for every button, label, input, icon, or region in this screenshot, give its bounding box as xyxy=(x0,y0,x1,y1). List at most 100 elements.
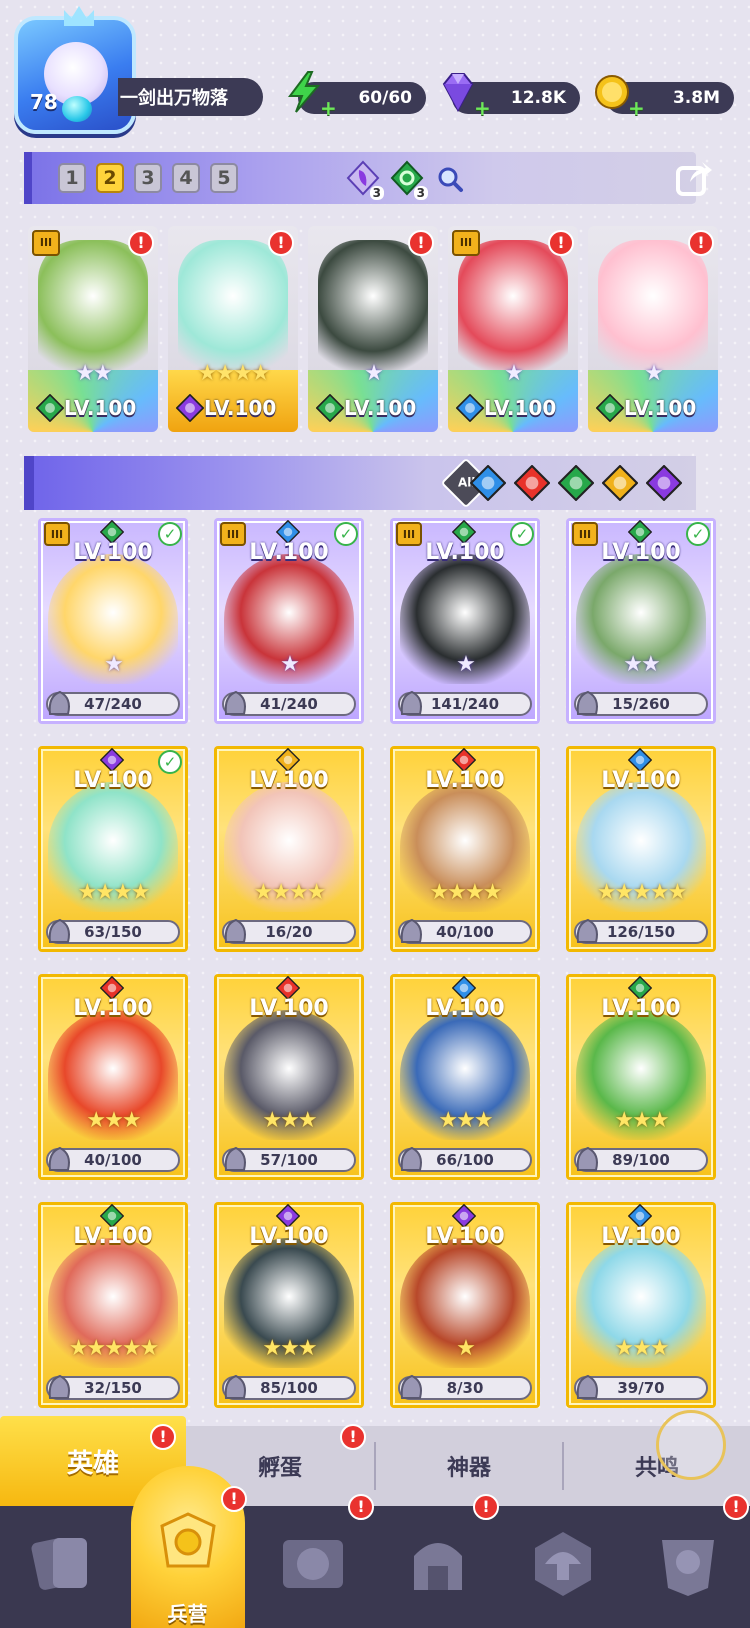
tab-artifacts[interactable]: 神器 xyxy=(376,1426,562,1506)
dark-element-count: 3 xyxy=(346,160,384,200)
hero-shard-progress: 66/100 xyxy=(398,1146,532,1172)
hero-level: LV.100 xyxy=(601,996,681,1021)
nav-guild[interactable]: ! xyxy=(625,1494,750,1628)
guild-alert-badge: ! xyxy=(723,1494,749,1520)
hero-stars: ★★★ xyxy=(614,1336,669,1361)
hero-shard-progress: 39/70 xyxy=(574,1374,708,1400)
water-element-icon xyxy=(469,464,507,502)
hero-level: LV.100 xyxy=(344,396,417,420)
shard-count: 8/30 xyxy=(446,1379,484,1397)
nav-mushroom[interactable] xyxy=(500,1506,625,1628)
floating-sparkle-button[interactable] xyxy=(656,1410,726,1480)
gem-plus-icon[interactable]: + xyxy=(474,96,491,120)
coin-plus-icon[interactable]: + xyxy=(628,96,645,120)
hero-shard-progress: 126/150 xyxy=(574,918,708,944)
hero-stars: ★★★★ xyxy=(429,880,503,905)
hero-stars: ★ xyxy=(456,1336,476,1361)
shard-icon xyxy=(400,918,422,943)
shard-icon xyxy=(224,1374,246,1399)
search-icon[interactable] xyxy=(436,165,464,193)
filter-fire-button[interactable] xyxy=(513,464,551,502)
filter-nature-button[interactable] xyxy=(557,464,595,502)
hero-card[interactable]: LV.100 ★ 47/240 III ✓ xyxy=(38,518,188,724)
gem-icon xyxy=(442,73,474,113)
share-icon[interactable] xyxy=(674,158,714,198)
gem-resource[interactable]: + 12.8K xyxy=(442,73,580,120)
energy-value: 60/60 xyxy=(358,88,412,108)
shard-icon xyxy=(224,918,246,943)
castle-icon xyxy=(414,1543,462,1590)
team-hero-card[interactable]: ★ LV.100! xyxy=(308,226,438,432)
hero-stars: ★★ xyxy=(75,361,112,386)
hero-shard-progress: 41/240 xyxy=(222,690,356,716)
dark-element-icon xyxy=(175,393,205,423)
hero-card[interactable]: LV.100 ★★ 15/260 III ✓ xyxy=(566,518,716,724)
nature-element-icon xyxy=(35,393,65,423)
map-icon xyxy=(283,1540,343,1588)
hero-card[interactable]: LV.100 ★★★★ 16/20 xyxy=(214,746,364,952)
hero-card[interactable]: LV.100 ★★★ 40/100 xyxy=(38,974,188,1180)
player-name-plate[interactable]: 一剑出万物落 xyxy=(118,78,263,116)
energy-plus-icon[interactable]: + xyxy=(320,96,337,120)
filter-light-button[interactable] xyxy=(601,464,639,502)
hero-shard-progress: 15/260 xyxy=(574,690,708,716)
hero-sub-tabs: 英雄 ! 孵蛋 ! 神器 共鸣 xyxy=(0,1416,750,1506)
tab-artifacts-label: 神器 xyxy=(446,1456,491,1481)
filter-dark-button[interactable] xyxy=(645,464,683,502)
team-slot-1[interactable]: 1 xyxy=(58,163,86,193)
shard-count: 40/100 xyxy=(436,923,494,941)
team-slot-2[interactable]: 2 xyxy=(96,163,124,193)
shard-icon xyxy=(48,1146,70,1171)
nav-map[interactable]: ! xyxy=(250,1494,375,1628)
coin-value: 3.8M xyxy=(672,88,720,108)
hatch-alert-badge: ! xyxy=(340,1424,366,1450)
hero-card[interactable]: LV.100 ★ 41/240 III ✓ xyxy=(214,518,364,724)
hero-card[interactable]: LV.100 ★★★ 66/100 xyxy=(390,974,540,1180)
hero-card[interactable]: LV.100 ★★★ 39/70 xyxy=(566,1202,716,1408)
hero-card[interactable]: LV.100 ★★★ 89/100 xyxy=(566,974,716,1180)
team-hero-card[interactable]: ★ LV.100 III! xyxy=(448,226,578,432)
hero-card[interactable]: LV.100 ★ 141/240 III ✓ xyxy=(390,518,540,724)
nav-cards[interactable] xyxy=(0,1506,125,1628)
upgrade-alert-badge: ! xyxy=(128,230,154,256)
energy-resource[interactable]: + 60/60 xyxy=(288,71,426,120)
hero-portrait xyxy=(598,240,708,380)
hero-stars: ★ xyxy=(504,361,524,386)
hero-shard-progress: 63/150 xyxy=(46,918,180,944)
shard-icon xyxy=(400,690,422,715)
hero-element xyxy=(455,393,485,423)
tab-hatch-label: 孵蛋 xyxy=(257,1456,302,1481)
hero-card[interactable]: LV.100 ★★★★★ 126/150 xyxy=(566,746,716,952)
hero-card[interactable]: LV.100 ★ 8/30 xyxy=(390,1202,540,1408)
hero-card[interactable]: LV.100 ★★★★★ 32/150 xyxy=(38,1202,188,1408)
hero-portrait xyxy=(458,240,568,380)
hero-stars: ★★★ xyxy=(86,1108,141,1133)
nav-barracks[interactable]: 兵营 ! xyxy=(125,1466,250,1628)
team-hero-card[interactable]: ★ LV.100! xyxy=(588,226,718,432)
hero-element xyxy=(315,393,345,423)
hero-shard-progress: 40/100 xyxy=(398,918,532,944)
hero-stars: ★★★ xyxy=(438,1108,493,1133)
nav-castle[interactable]: ! xyxy=(375,1494,500,1628)
hero-card[interactable]: LV.100 ★★★ 85/100 xyxy=(214,1202,364,1408)
team-slot-4[interactable]: 4 xyxy=(172,163,200,193)
shard-count: 39/70 xyxy=(617,1379,665,1397)
hero-card[interactable]: LV.100 ★★★★ 40/100 xyxy=(390,746,540,952)
shard-count: 66/100 xyxy=(436,1151,494,1169)
rank-badge: III xyxy=(572,522,598,546)
team-hero-card[interactable]: ★★ LV.100 III! xyxy=(28,226,158,432)
shard-icon xyxy=(48,690,70,715)
hero-card[interactable]: LV.100 ★★★ 57/100 xyxy=(214,974,364,1180)
filter-water-button[interactable] xyxy=(469,464,507,502)
fire-element-icon xyxy=(513,464,551,502)
hero-card[interactable]: LV.100 ★★★★ 63/150 ✓ xyxy=(38,746,188,952)
player-avatar[interactable] xyxy=(14,6,136,134)
team-slot-3[interactable]: 3 xyxy=(134,163,162,193)
nature-count-value: 3 xyxy=(413,186,428,200)
team-slot-5[interactable]: 5 xyxy=(210,163,238,193)
element-filter-bar: All xyxy=(24,456,696,510)
coin-resource[interactable]: + 3.8M xyxy=(595,75,734,120)
shard-count: 47/240 xyxy=(84,695,142,713)
hero-stars: ★ xyxy=(456,652,476,677)
team-hero-card[interactable]: ★★★★ LV.100! xyxy=(168,226,298,432)
